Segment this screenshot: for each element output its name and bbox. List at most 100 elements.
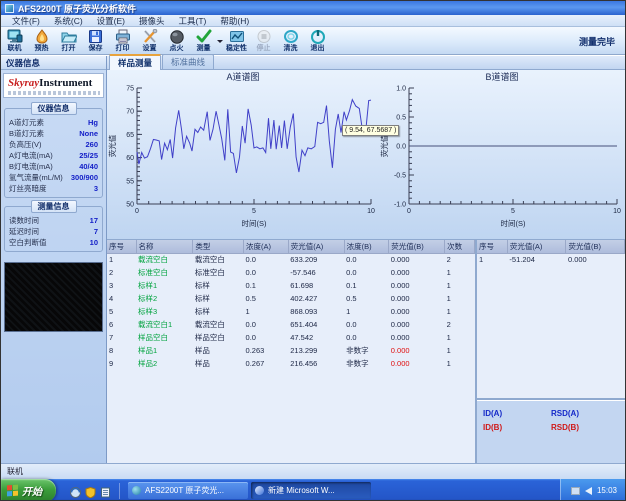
table-cell: 7 — [107, 331, 136, 344]
toolbar-button-7[interactable]: 测量 — [191, 28, 216, 53]
menu-item-4[interactable]: 工具(T) — [172, 15, 214, 27]
svg-text:5: 5 — [511, 208, 515, 215]
content-area: 仪器信息 SkyrayInstrument 仪器信息 A道灯元素HgB道灯元素N… — [1, 55, 625, 463]
table-cell: 0.000 — [566, 253, 625, 266]
toolbar-button-3[interactable]: 保存 — [83, 28, 108, 53]
toolbar-button-label: 稳定性 — [226, 45, 247, 53]
instrument-field-row-4: B灯电流(mA)40/40 — [9, 161, 98, 172]
menu-item-0[interactable]: 文件(F) — [5, 15, 47, 27]
column-header[interactable]: 次数 — [445, 240, 475, 253]
start-label: 开始 — [22, 483, 42, 498]
table-cell: 0.000 — [389, 318, 445, 331]
toolbar-button-2[interactable]: 打开 — [56, 28, 81, 53]
measure-dropdown-arrow-icon[interactable] — [217, 27, 223, 54]
toolbar-button-4[interactable]: 打印 — [110, 28, 135, 53]
svg-text:A道谱图: A道谱图 — [226, 71, 259, 82]
sample-table-row[interactable]: 2标准空白标准空白0.0-57.5460.00.0001 — [107, 266, 475, 279]
toolbar-button-label: 设置 — [143, 45, 157, 53]
column-header[interactable]: 荧光值(B) — [566, 240, 625, 253]
menu-item-5[interactable]: 帮助(H) — [213, 15, 256, 27]
sample-table-row[interactable]: 7样品空白样品空白0.047.5420.00.0001 — [107, 331, 475, 344]
column-header[interactable]: 序号 — [107, 240, 136, 253]
exit-icon — [310, 29, 326, 45]
toolbar-button-10[interactable]: 清洗 — [278, 28, 303, 53]
toolbar-button-5[interactable]: 设置 — [137, 28, 162, 53]
svg-text:-1.0: -1.0 — [394, 202, 406, 209]
toolbar-button-6[interactable]: 点火 — [164, 28, 189, 53]
field-label: 灯丝亮暗度 — [9, 183, 47, 194]
browser-icon[interactable] — [70, 485, 81, 496]
svg-text:70: 70 — [126, 109, 134, 116]
svg-text:荧光值: 荧光值 — [107, 134, 117, 157]
table-cell: 4 — [107, 292, 136, 305]
column-header[interactable]: 浓度(A) — [244, 240, 289, 253]
table-cell: 402.427 — [288, 292, 344, 305]
results-area: 序号名称类型浓度(A)荧光值(A)浓度(B)荧光值(B)次数 1载流空白载流空白… — [107, 240, 625, 463]
field-value: 25/25 — [79, 151, 98, 160]
table-cell: 0.000 — [389, 305, 445, 318]
windows-flag-icon — [7, 485, 18, 497]
table-cell: 0.000 — [389, 344, 445, 357]
volume-icon[interactable] — [585, 487, 592, 495]
column-header[interactable]: 类型 — [193, 240, 244, 253]
field-value: 3 — [94, 184, 98, 193]
connection-status-text: 联机 — [7, 466, 23, 477]
start-button[interactable]: 开始 — [1, 479, 56, 501]
table-cell: 载流空白1 — [136, 318, 193, 331]
toolbar-button-label: 测量 — [197, 45, 211, 53]
table-cell: 0.0 — [344, 331, 389, 344]
column-header[interactable]: 荧光值(A) — [288, 240, 344, 253]
reading-table-row[interactable]: 1-51.2040.000 — [477, 253, 625, 266]
menu-item-2[interactable]: 设置(E) — [90, 15, 132, 27]
table-cell: 61.698 — [288, 279, 344, 292]
table-cell: 1 — [344, 305, 389, 318]
tab-sample-measure[interactable]: 样品测量 — [109, 54, 161, 70]
menu-item-3[interactable]: 摄像头 — [132, 15, 172, 27]
instrument-parameters-group: 仪器信息 A道灯元素HgB道灯元素None负高压(V)260A灯电流(mA)25… — [4, 108, 103, 198]
toolbar-button-0[interactable]: 联机 — [2, 28, 27, 53]
column-header[interactable]: 荧光值(B) — [389, 240, 445, 253]
toolbar-button-1[interactable]: 预热 — [29, 28, 54, 53]
table-cell: 标样3 — [136, 305, 193, 318]
sample-table-row[interactable]: 1载流空白载流空白0.0633.2090.00.0002 — [107, 253, 475, 266]
sample-table-row[interactable]: 6载流空白1载流空白0.0651.4040.00.0002 — [107, 318, 475, 331]
column-header[interactable]: 荧光值(A) — [507, 240, 566, 253]
app-icon — [5, 4, 14, 13]
table-cell: 样品空白 — [193, 331, 244, 344]
measurement-parameters-group: 测量信息 读数时间17延迟时间7空白判断值10 — [4, 206, 103, 252]
security-icon[interactable] — [85, 485, 96, 496]
save-icon — [88, 29, 104, 45]
instrument-field-row-3: A灯电流(mA)25/25 — [9, 150, 98, 161]
sample-table-row[interactable]: 5标样3标样1868.09310.0001 — [107, 305, 475, 318]
settings-icon — [142, 29, 158, 45]
menu-item-1[interactable]: 系统(C) — [47, 15, 90, 27]
sample-table-row[interactable]: 3标样1标样0.161.6980.10.0001 — [107, 279, 475, 292]
taskbar-window-1[interactable]: 新建 Microsoft W... — [251, 482, 371, 499]
svg-text:55: 55 — [126, 178, 134, 185]
table-cell: 0.000 — [389, 331, 445, 344]
instrument-field-row-1: B道灯元素None — [9, 128, 98, 139]
toolbar-button-11[interactable]: 退出 — [305, 28, 330, 53]
display-icon[interactable] — [571, 487, 580, 495]
sample-table-row[interactable]: 4标样2标样0.5402.4270.50.0001 — [107, 292, 475, 305]
sample-table-row[interactable]: 9样品2样品0.267216.456非数字0.0001 — [107, 357, 475, 370]
sample-table-row[interactable]: 8样品1样品0.263213.299非数字0.0001 — [107, 344, 475, 357]
status-bar: 联机 — [1, 463, 625, 479]
column-header[interactable]: 序号 — [477, 240, 507, 253]
taskbar-window-0[interactable]: AFS2200T 原子荧光... — [128, 482, 248, 499]
toolbar-button-8[interactable]: 稳定性 — [224, 28, 249, 53]
documents-icon[interactable] — [100, 485, 111, 496]
reading-table-panel: 序号荧光值(A)荧光值(B) 1-51.2040.000 — [477, 240, 625, 400]
field-value: 7 — [94, 227, 98, 236]
svg-text:5: 5 — [252, 208, 256, 215]
table-cell: -51.204 — [507, 253, 566, 266]
table-cell: 0.5 — [344, 292, 389, 305]
tab-standard-curve[interactable]: 标准曲线 — [162, 54, 214, 69]
table-cell: 样品1 — [136, 344, 193, 357]
reading-table: 序号荧光值(A)荧光值(B) 1-51.2040.000 — [477, 240, 625, 266]
measure-field-row-1: 延迟时间7 — [9, 226, 98, 237]
column-header[interactable]: 浓度(B) — [344, 240, 389, 253]
table-cell: 载流空白 — [136, 253, 193, 266]
column-header[interactable]: 名称 — [136, 240, 193, 253]
field-value: 300/900 — [71, 173, 98, 182]
